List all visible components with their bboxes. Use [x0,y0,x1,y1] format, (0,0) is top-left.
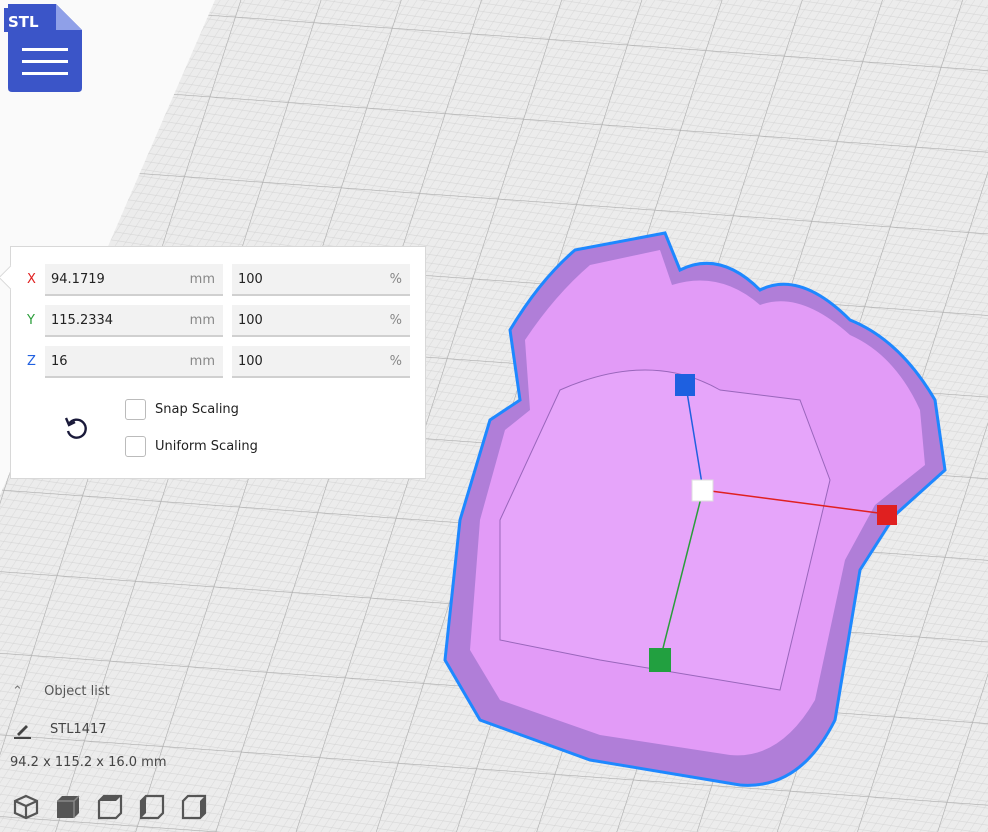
snap-scaling-checkbox[interactable]: Snap Scaling [125,399,239,420]
y-percent-input[interactable]: 100% [232,305,410,337]
x-percent-value: 100 [238,272,263,287]
x-percent-input[interactable]: 100% [232,264,410,296]
gizmo-z-handle [675,374,695,396]
scale-row-z: Z 16 mm 100% [11,346,425,378]
z-mm-value: 16 [51,354,68,369]
axis-label-z: Z [27,354,36,369]
z-percent-input[interactable]: 100% [232,346,410,378]
stl-file-icon: STL [4,0,84,94]
unit-label: mm [190,272,215,287]
right-view-icon[interactable] [180,793,208,821]
object-list-label: Object list [44,684,110,699]
checkbox-box[interactable] [125,436,146,457]
unit-label: mm [190,313,215,328]
svg-text:STL: STL [8,13,39,31]
y-mm-value: 115.2334 [51,313,113,328]
reset-rotate-icon[interactable] [63,415,89,441]
view-buttons [12,793,208,821]
scale-row-y: Y 115.2334 mm 100% [11,305,425,337]
front-view-icon[interactable] [54,793,82,821]
z-mm-input[interactable]: 16 mm [45,346,223,378]
snap-scaling-label: Snap Scaling [155,402,239,417]
uniform-scaling-label: Uniform Scaling [155,439,258,454]
pencil-icon[interactable] [13,722,33,740]
scale-row-x: X 94.1719 mm 100% [11,264,425,296]
axis-label-y: Y [27,313,35,328]
y-mm-input[interactable]: 115.2334 mm [45,305,223,337]
left-view-icon[interactable] [138,793,166,821]
gizmo-x-handle [877,505,897,525]
scale-tool-panel: X 94.1719 mm 100% Y 115.2334 mm 100% Z 16 m… [10,246,426,479]
gizmo-y-handle [649,648,671,672]
unit-label: % [390,272,402,287]
axis-label-x: X [27,272,36,287]
object-dimensions: 94.2 x 115.2 x 16.0 mm [10,755,166,770]
y-percent-value: 100 [238,313,263,328]
x-mm-input[interactable]: 94.1719 mm [45,264,223,296]
object-name[interactable]: STL1417 [50,722,107,737]
unit-label: mm [190,354,215,369]
x-mm-value: 94.1719 [51,272,105,287]
unit-label: % [390,354,402,369]
gizmo-center-handle [692,480,713,501]
uniform-scaling-checkbox[interactable]: Uniform Scaling [125,436,258,457]
chevron-up-icon: ⌃ [12,684,26,699]
object-list-toggle[interactable]: ⌃ Object list [12,684,110,699]
top-view-icon[interactable] [96,793,124,821]
3d-view-icon[interactable] [12,793,40,821]
checkbox-box[interactable] [125,399,146,420]
unit-label: % [390,313,402,328]
z-percent-value: 100 [238,354,263,369]
